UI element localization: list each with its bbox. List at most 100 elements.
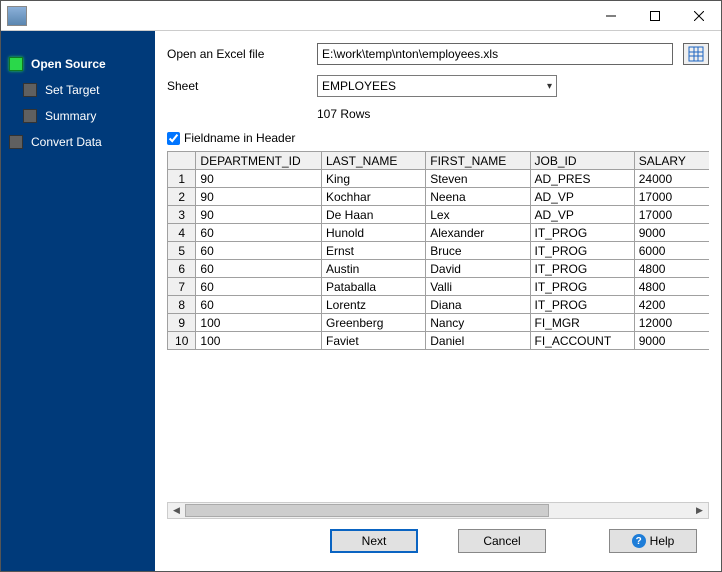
- sheet-select[interactable]: EMPLOYEES ▾: [317, 75, 557, 97]
- step-label: Set Target: [45, 83, 99, 97]
- data-cell[interactable]: Lex: [426, 206, 530, 224]
- step-marker-icon: [9, 57, 23, 71]
- table-row[interactable]: 860LorentzDianaIT_PROG4200DLORENTZ: [168, 296, 710, 314]
- data-cell[interactable]: AD_VP: [530, 188, 634, 206]
- data-cell[interactable]: Lorentz: [322, 296, 426, 314]
- data-cell[interactable]: 9000: [634, 224, 709, 242]
- file-path-input[interactable]: E:\work\temp\nton\employees.xls: [317, 43, 673, 65]
- data-cell[interactable]: 60: [196, 278, 322, 296]
- data-cell[interactable]: 60: [196, 224, 322, 242]
- data-cell[interactable]: 100: [196, 332, 322, 350]
- column-header[interactable]: SALARY: [634, 152, 709, 170]
- data-cell[interactable]: Austin: [322, 260, 426, 278]
- data-cell[interactable]: 17000: [634, 206, 709, 224]
- maximize-button[interactable]: [633, 1, 677, 30]
- cancel-button[interactable]: Cancel: [458, 529, 546, 553]
- main-panel: Open an Excel file E:\work\temp\nton\emp…: [155, 31, 721, 571]
- data-cell[interactable]: Ernst: [322, 242, 426, 260]
- data-cell[interactable]: Hunold: [322, 224, 426, 242]
- data-cell[interactable]: IT_PROG: [530, 224, 634, 242]
- data-cell[interactable]: 24000: [634, 170, 709, 188]
- data-cell[interactable]: AD_VP: [530, 206, 634, 224]
- row-number-cell: 3: [168, 206, 196, 224]
- fieldname-header-label: Fieldname in Header: [184, 131, 295, 145]
- step-marker-icon: [23, 109, 37, 123]
- step-summary[interactable]: Summary: [1, 103, 155, 129]
- data-cell[interactable]: 90: [196, 206, 322, 224]
- data-cell[interactable]: Faviet: [322, 332, 426, 350]
- data-grid: DEPARTMENT_IDLAST_NAMEFIRST_NAMEJOB_IDSA…: [167, 151, 709, 502]
- table-row[interactable]: 460HunoldAlexanderIT_PROG9000AHUNOLD: [168, 224, 710, 242]
- browse-button[interactable]: [683, 43, 709, 65]
- data-cell[interactable]: De Haan: [322, 206, 426, 224]
- data-cell[interactable]: 17000: [634, 188, 709, 206]
- data-cell[interactable]: AD_PRES: [530, 170, 634, 188]
- fieldname-header-checkbox[interactable]: [167, 132, 180, 145]
- title-bar: [1, 1, 721, 31]
- data-cell[interactable]: 60: [196, 260, 322, 278]
- data-cell[interactable]: 60: [196, 296, 322, 314]
- table-row[interactable]: 9100GreenbergNancyFI_MGR12000NGREENBE: [168, 314, 710, 332]
- data-cell[interactable]: IT_PROG: [530, 260, 634, 278]
- data-cell[interactable]: 4800: [634, 278, 709, 296]
- scroll-right-arrow-icon[interactable]: ▶: [691, 503, 708, 518]
- table-row[interactable]: 390De HaanLexAD_VP17000LDEHAAN: [168, 206, 710, 224]
- data-cell[interactable]: Nancy: [426, 314, 530, 332]
- data-cell[interactable]: Greenberg: [322, 314, 426, 332]
- data-cell[interactable]: Alexander: [426, 224, 530, 242]
- data-cell[interactable]: IT_PROG: [530, 296, 634, 314]
- data-cell[interactable]: Kochhar: [322, 188, 426, 206]
- data-cell[interactable]: FI_MGR: [530, 314, 634, 332]
- open-file-label: Open an Excel file: [167, 47, 307, 61]
- help-button[interactable]: ? Help: [609, 529, 697, 553]
- data-cell[interactable]: Diana: [426, 296, 530, 314]
- data-cell[interactable]: 6000: [634, 242, 709, 260]
- table-row[interactable]: 10100FavietDanielFI_ACCOUNT9000DFAVIET: [168, 332, 710, 350]
- data-cell[interactable]: 90: [196, 170, 322, 188]
- scrollbar-thumb[interactable]: [185, 504, 549, 517]
- data-cell[interactable]: Pataballa: [322, 278, 426, 296]
- data-cell[interactable]: Bruce: [426, 242, 530, 260]
- step-label: Convert Data: [31, 135, 102, 149]
- data-cell[interactable]: Neena: [426, 188, 530, 206]
- data-cell[interactable]: 90: [196, 188, 322, 206]
- step-open-source[interactable]: Open Source: [1, 51, 155, 77]
- data-cell[interactable]: 4800: [634, 260, 709, 278]
- step-label: Summary: [45, 109, 96, 123]
- column-header[interactable]: FIRST_NAME: [426, 152, 530, 170]
- data-cell[interactable]: Valli: [426, 278, 530, 296]
- scroll-left-arrow-icon[interactable]: ◀: [168, 503, 185, 518]
- table-row[interactable]: 760PataballaValliIT_PROG4800VPATABAL: [168, 278, 710, 296]
- data-cell[interactable]: Steven: [426, 170, 530, 188]
- data-cell[interactable]: 9000: [634, 332, 709, 350]
- minimize-button[interactable]: [589, 1, 633, 30]
- step-label: Open Source: [31, 57, 106, 71]
- table-row[interactable]: 660AustinDavidIT_PROG4800DAUSTIN: [168, 260, 710, 278]
- close-button[interactable]: [677, 1, 721, 30]
- data-cell[interactable]: IT_PROG: [530, 242, 634, 260]
- step-set-target[interactable]: Set Target: [1, 77, 155, 103]
- next-button[interactable]: Next: [330, 529, 418, 553]
- step-marker-icon: [9, 135, 23, 149]
- row-number-header: [168, 152, 196, 170]
- data-cell[interactable]: 4200: [634, 296, 709, 314]
- column-header[interactable]: JOB_ID: [530, 152, 634, 170]
- data-cell[interactable]: Daniel: [426, 332, 530, 350]
- data-cell[interactable]: 12000: [634, 314, 709, 332]
- table-row[interactable]: 190KingStevenAD_PRES24000SKING: [168, 170, 710, 188]
- data-cell[interactable]: FI_ACCOUNT: [530, 332, 634, 350]
- step-convert-data[interactable]: Convert Data: [1, 129, 155, 155]
- row-number-cell: 5: [168, 242, 196, 260]
- table-row[interactable]: 290KochharNeenaAD_VP17000NKOCHHAR: [168, 188, 710, 206]
- column-header[interactable]: DEPARTMENT_ID: [196, 152, 322, 170]
- row-number-cell: 10: [168, 332, 196, 350]
- data-cell[interactable]: 100: [196, 314, 322, 332]
- table-row[interactable]: 560ErnstBruceIT_PROG6000BERNST: [168, 242, 710, 260]
- data-cell[interactable]: 60: [196, 242, 322, 260]
- data-cell[interactable]: King: [322, 170, 426, 188]
- data-cell[interactable]: David: [426, 260, 530, 278]
- column-header[interactable]: LAST_NAME: [322, 152, 426, 170]
- data-cell[interactable]: IT_PROG: [530, 278, 634, 296]
- horizontal-scrollbar[interactable]: ◀ ▶: [167, 502, 709, 519]
- row-number-cell: 2: [168, 188, 196, 206]
